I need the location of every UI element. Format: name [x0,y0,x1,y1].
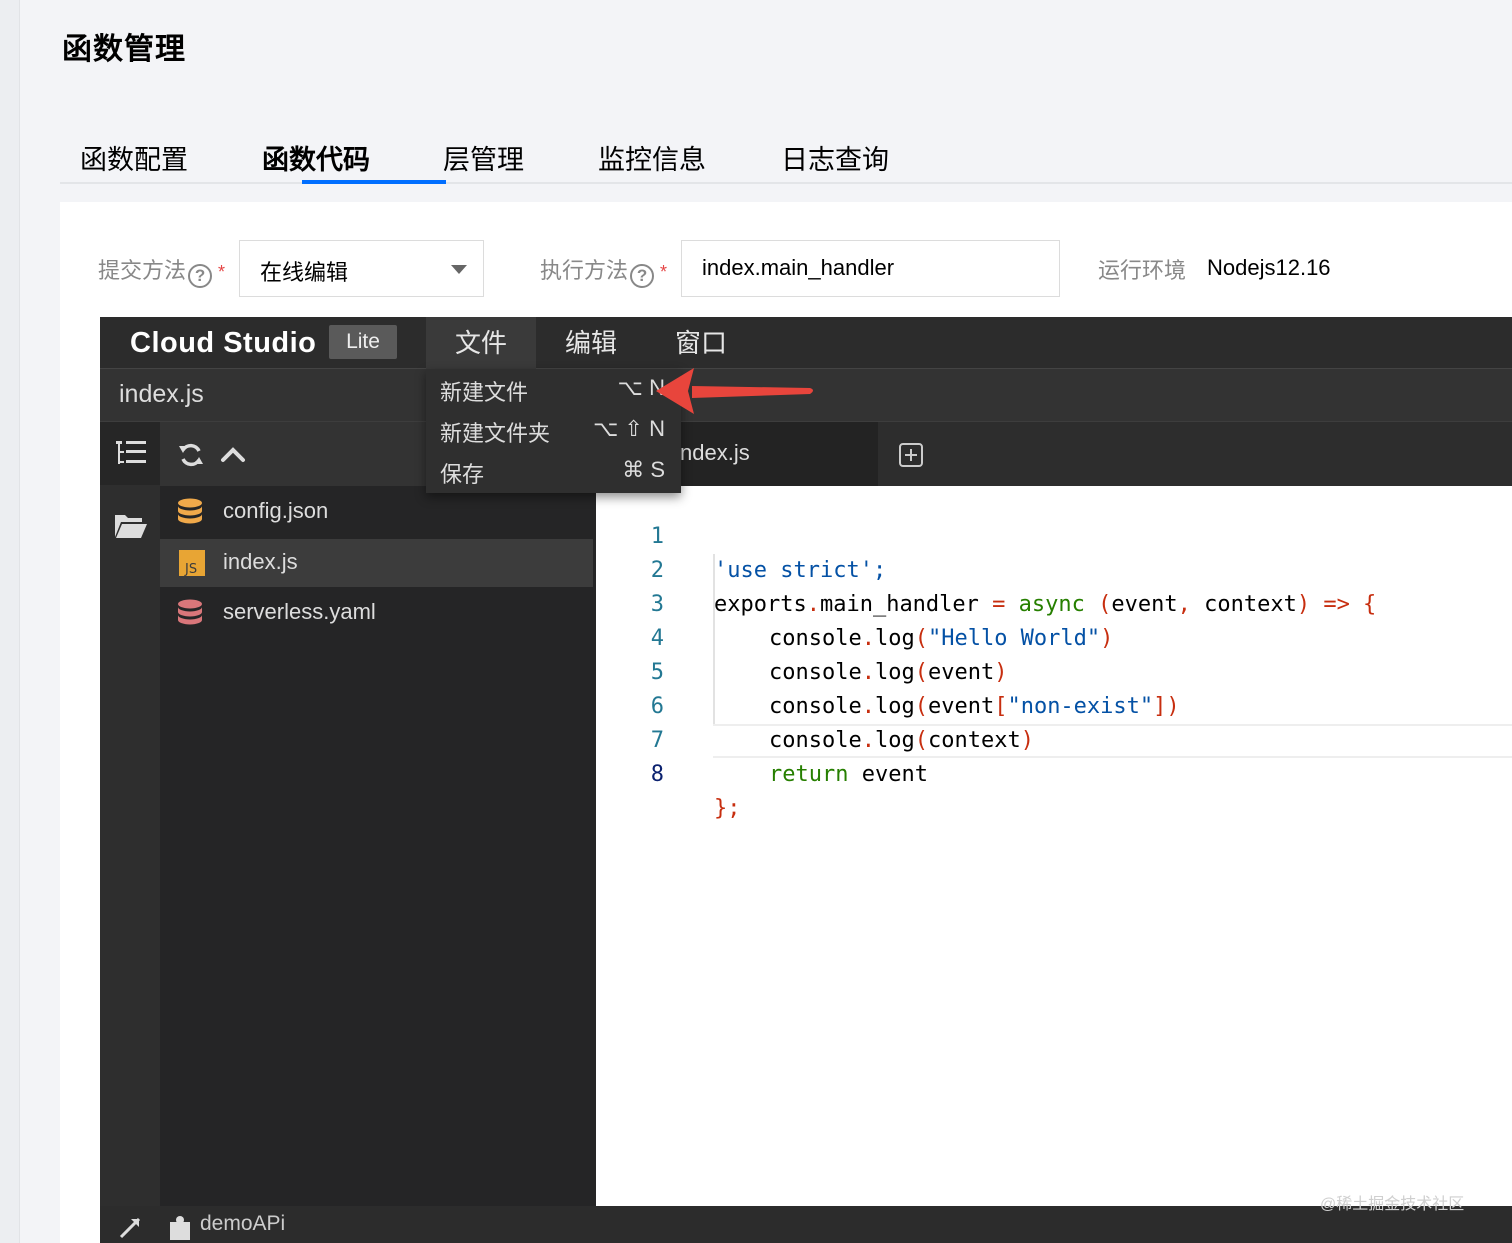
tab-log-query[interactable]: 日志查询 [781,138,889,184]
svg-text:JS: JS [184,562,197,577]
code-token: return [769,762,849,787]
left-edge [0,0,20,1243]
menu-item-new-file[interactable]: 新建文件 ⌥ N [426,369,681,410]
collapse-up-icon[interactable] [220,444,246,464]
menu-file[interactable]: 文件 [426,317,536,369]
code-line: 3 console.log("Hello World") [596,554,1512,651]
file-explorer: config.json JS index.js serverless.yaml [160,486,596,1206]
code-line: 4 console.log(event) [596,588,1512,685]
watermark: @稀土掘金技术社区 [1320,1196,1465,1213]
tab-bar: 函数配置 函数代码 层管理 监控信息 日志查询 [60,128,1512,184]
code-line: 7 return event [596,690,1512,787]
annotation-arrow-icon [656,368,813,414]
menu-edit[interactable]: 编辑 [536,317,646,369]
database-icon [178,498,202,524]
file-name: serverless.yaml [223,599,376,624]
menu-item-shortcut: ⌥ ⇧ N [593,416,665,441]
current-file-name: index.js [119,380,204,408]
plugin-icon [170,1216,190,1240]
tab-monitoring[interactable]: 监控信息 [598,138,706,184]
submit-method-label-text: 提交方法 [98,258,187,283]
handler-label-text: 执行方法 [540,258,629,283]
js-file-icon: JS [179,550,205,577]
ide-brand: Cloud Studio [130,327,317,359]
submit-method-value: 在线编辑 [260,260,349,285]
code-line: 2 exports.main_handler = async (event, c… [596,520,1512,617]
menu-item-label: 保存 [440,462,485,487]
code-token: event [848,762,928,787]
required-mark: * [218,262,226,282]
add-tab-icon[interactable] [898,442,924,468]
code-line: 5 console.log(event["non-exist"]) [596,622,1512,719]
tree-list-icon [116,441,146,464]
folder-icon[interactable] [114,511,148,539]
tab-function-config[interactable]: 函数配置 [80,138,188,184]
code-editor[interactable]: 1 'use strict'; 2 exports.main_handler =… [596,486,1512,1206]
file-name: index.js [223,549,298,574]
required-mark: * [660,262,668,282]
code-token: }; [714,796,741,821]
code-line: 6 console.log(context) [596,656,1512,753]
handler-label: 执行方法? * [540,253,667,288]
refresh-icon[interactable] [178,442,204,468]
cloud-studio-ide: Cloud Studio Lite 文件 编辑 窗口 index.js conf… [100,317,1512,1243]
handler-input[interactable]: index.main_handler [681,240,1060,297]
chevron-down-icon [451,265,467,274]
tab-layer-management[interactable]: 层管理 [443,138,524,184]
file-menu-dropdown: 新建文件 ⌥ N 新建文件夹 ⌥ ⇧ N 保存 ⌘ S [426,369,681,493]
file-item-config-json[interactable]: config.json [160,488,593,536]
expand-icon[interactable] [118,1216,142,1240]
menu-item-shortcut: ⌘ S [622,457,665,482]
tab-function-code[interactable]: 函数代码 [262,138,370,184]
submit-method-select[interactable]: 在线编辑 [239,240,484,297]
code-line: 1 'use strict'; [596,486,1512,583]
ide-statusbar: demoAPi [100,1206,1512,1243]
file-item-index-js[interactable]: JS index.js [160,539,593,587]
menu-item-new-folder[interactable]: 新建文件夹 ⌥ ⇧ N [426,410,681,451]
editor-tab-label: ndex.js [680,440,750,465]
code-line: 8 }; [596,724,1512,821]
runtime-value: Nodejs12.16 [1207,255,1331,280]
outline-toggle[interactable] [100,422,160,485]
menu-window[interactable]: 窗口 [646,317,756,369]
file-name: config.json [223,498,329,523]
menu-item-label: 新建文件夹 [440,421,551,446]
menu-item-label: 新建文件 [440,380,529,405]
active-tab-indicator [302,180,446,184]
project-name: demoAPi [200,1212,286,1235]
activity-bar [100,422,160,1243]
help-icon[interactable]: ? [630,264,655,288]
line-number: 8 [650,762,664,787]
page-title: 函数管理 [62,33,186,66]
menu-item-save[interactable]: 保存 ⌘ S [426,451,681,492]
submit-method-label: 提交方法? * [98,253,225,288]
editor-tab-bar: ndex.js [596,422,1512,486]
runtime-label: 运行环境 [1098,258,1187,283]
lite-badge: Lite [329,325,397,359]
database-icon [178,599,202,625]
ide-menubar: Cloud Studio Lite 文件 编辑 窗口 [100,317,1512,369]
help-icon[interactable]: ? [188,264,213,288]
file-item-serverless-yaml[interactable]: serverless.yaml [160,589,593,637]
